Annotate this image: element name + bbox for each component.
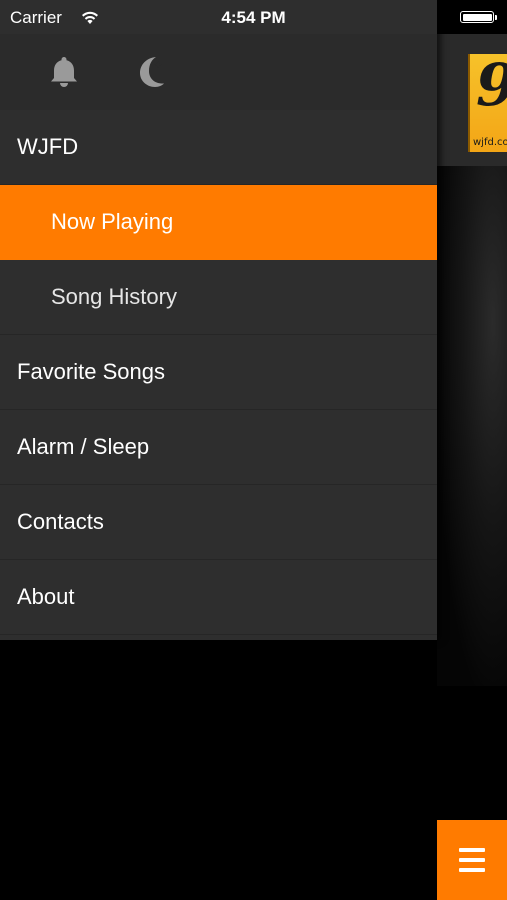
menu-item-label: Alarm / Sleep bbox=[17, 434, 150, 459]
menu-item-contacts[interactable]: Contacts bbox=[0, 485, 437, 560]
menu-item-song-history[interactable]: Song History bbox=[0, 260, 437, 335]
menu-item-alarm-sleep[interactable]: Alarm / Sleep bbox=[0, 410, 437, 485]
menu-item-label: Now Playing bbox=[51, 209, 174, 234]
moon-icon[interactable] bbox=[132, 52, 172, 92]
clock: 4:54 PM bbox=[221, 8, 286, 27]
menu-item-label: About bbox=[17, 584, 75, 609]
menu-toggle-button[interactable] bbox=[437, 820, 507, 900]
menu-item-now-playing[interactable]: Now Playing bbox=[0, 185, 437, 260]
artist-photo bbox=[437, 166, 507, 686]
logo-url: wjfd.co bbox=[473, 137, 507, 148]
drawer-menu: WJFD Now Playing Song History Favorite S… bbox=[0, 110, 437, 635]
side-drawer: WJFD Now Playing Song History Favorite S… bbox=[0, 0, 437, 640]
menu-item-label: Contacts bbox=[17, 509, 104, 534]
status-bar: Carrier 4:54 PM bbox=[0, 0, 507, 34]
menu-item-label: WJFD bbox=[17, 134, 79, 159]
bell-icon[interactable] bbox=[44, 52, 84, 92]
battery-icon bbox=[460, 11, 497, 23]
menu-item-wjfd[interactable]: WJFD bbox=[0, 110, 437, 185]
menu-item-about[interactable]: About bbox=[0, 560, 437, 635]
station-logo: 9 wjfd.co bbox=[468, 54, 507, 152]
menu-item-favorite-songs[interactable]: Favorite Songs bbox=[0, 335, 437, 410]
drawer-toolbar bbox=[0, 34, 437, 111]
hamburger-icon bbox=[459, 848, 485, 872]
menu-item-label: Song History bbox=[51, 284, 177, 309]
logo-number: 9 bbox=[476, 56, 507, 114]
menu-item-label: Favorite Songs bbox=[17, 359, 165, 384]
